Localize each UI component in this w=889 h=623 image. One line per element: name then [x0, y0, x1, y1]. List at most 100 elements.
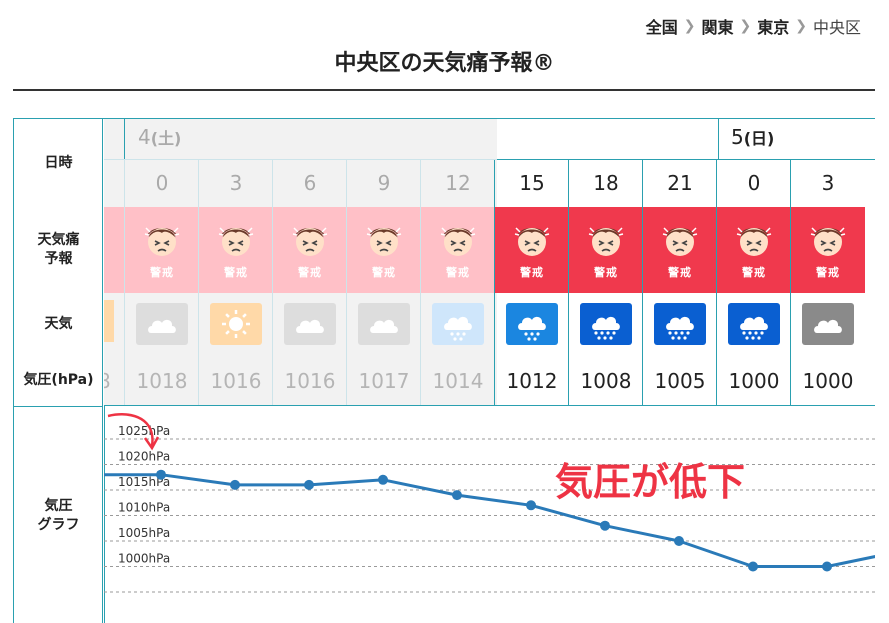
day-of-week: (土)	[150, 129, 182, 148]
pressure-value: 1014	[432, 368, 484, 393]
y-tick-label: 1000hPa	[118, 552, 170, 566]
pain-level-text: 警戒	[668, 266, 692, 279]
cloudy-icon	[284, 303, 336, 345]
pained-face-icon	[514, 227, 550, 256]
pained-face-icon	[218, 227, 254, 256]
pain-forecast-cell: 警戒	[347, 207, 421, 293]
pressure-value: 1005	[654, 368, 706, 393]
pained-face-icon	[366, 227, 402, 256]
hour-label: 12	[445, 170, 471, 195]
pressure-graph: 1025hPa 1020hPa 1015hPa 1010hPa 1005hPa 1000h…	[104, 406, 875, 623]
partial-column: 8	[104, 159, 124, 406]
forecast-column: 9 警戒 1017	[346, 159, 421, 406]
forecast-grid: 4(土) 5(日) 8 0 警戒 1018 3 警戒 1016 6 警戒 1016 9 警戒 1017…	[104, 119, 875, 623]
pressure-series-line	[104, 473, 875, 568]
pain-level-text: 警戒	[446, 266, 470, 279]
hour-label: 3	[229, 170, 243, 195]
forecast-table: 日時 天気痛 予報 天気 気圧(hPa) 気圧 グラフ 4(土) 5(日) 8 …	[13, 118, 875, 623]
breadcrumb-current: 中央区	[812, 18, 861, 37]
pressure-value: 1008	[580, 368, 632, 393]
curved-arrow-icon	[107, 413, 160, 451]
hour-label: 15	[519, 170, 545, 195]
hour-label: 0	[747, 170, 761, 195]
pressure-value: 1016	[210, 368, 262, 393]
pressure-point	[600, 520, 610, 531]
sunny-icon	[210, 303, 262, 345]
title-divider	[13, 89, 875, 91]
breadcrumb-link-kanto[interactable]: 関東	[701, 14, 733, 38]
breadcrumb: 全国 ❯ 関東 ❯ 東京 ❯ 中央区	[646, 14, 861, 38]
chevron-right-icon: ❯	[795, 18, 807, 34]
cloudy-icon	[136, 303, 188, 345]
pain-forecast-cell: 警戒	[495, 207, 569, 293]
heavyrain-icon	[654, 303, 706, 345]
day-divider	[718, 119, 719, 159]
label-graph-line1: 気圧	[44, 497, 73, 514]
partial-weather-cell	[104, 300, 114, 342]
y-tick-label: 1005hPa	[118, 526, 170, 540]
pain-forecast-cell: 警戒	[421, 207, 495, 293]
hour-label: 9	[377, 170, 391, 195]
pain-level-text: 警戒	[520, 266, 544, 279]
pained-face-icon	[588, 227, 624, 256]
label-pain-line1: 天気痛	[37, 232, 80, 249]
pressure-value: 1017	[358, 368, 410, 393]
pained-face-icon	[662, 227, 698, 256]
weather-cell	[273, 294, 347, 354]
forecast-column: 18 警戒 1008	[568, 159, 643, 406]
forecast-column: 0 警戒 1000	[716, 159, 791, 406]
forecast-column: 12 警戒 1014	[420, 159, 495, 406]
pain-forecast-cell: 警戒	[125, 207, 199, 293]
chevron-right-icon: ❯	[683, 18, 696, 34]
partial-pressure: 8	[104, 355, 111, 406]
forecast-column: 15 警戒 1012	[494, 159, 569, 406]
pained-face-icon	[736, 227, 772, 256]
hour-label: 18	[593, 170, 619, 195]
forecast-column: 21 警戒 1005	[642, 159, 717, 406]
hour-label: 21	[667, 170, 693, 195]
heavyrain-icon	[728, 303, 780, 345]
hour-label: 3	[821, 170, 835, 195]
pain-level-text: 警戒	[594, 266, 618, 279]
pressure-point	[452, 490, 462, 501]
rain-icon	[432, 303, 484, 345]
weather-cell	[791, 294, 865, 354]
grid-line	[497, 159, 875, 160]
pressure-drop-annotation: 気圧が低下	[555, 460, 746, 504]
forecast-column: 0 警戒 1018	[124, 159, 199, 406]
pain-level-text: 警戒	[150, 266, 174, 279]
label-pain-line2: 予報	[44, 251, 73, 267]
pained-face-icon	[292, 227, 328, 256]
weather-cell	[347, 294, 421, 354]
breadcrumb-link-tokyo[interactable]: 東京	[757, 14, 789, 38]
pained-face-icon	[144, 227, 180, 256]
pained-face-icon	[810, 227, 846, 256]
page-title: 中央区の天気痛予報®	[334, 51, 555, 76]
pained-face-icon	[440, 227, 476, 256]
pain-level-text: 警戒	[298, 266, 322, 279]
label-pressure-graph: 気圧 グラフ	[14, 406, 103, 623]
forecast-column: 3 警戒 1000	[790, 159, 865, 406]
day-number: 5	[731, 125, 744, 149]
row-labels: 日時 天気痛 予報 天気 気圧(hPa) 気圧 グラフ	[14, 119, 103, 623]
pain-forecast-cell: 警戒	[643, 207, 717, 293]
breadcrumb-link-zenkoku[interactable]: 全国	[646, 14, 678, 38]
label-datetime: 日時	[44, 154, 73, 171]
weather-cell	[717, 294, 791, 354]
pain-level-text: 警戒	[372, 266, 396, 279]
pain-forecast-cell: 警戒	[273, 207, 347, 293]
pressure-value: 1000	[802, 368, 854, 393]
pressure-value: 1016	[284, 368, 336, 393]
label-pressure: 気圧(hPa)	[23, 372, 94, 389]
pressure-point	[526, 500, 536, 511]
pressure-point	[748, 561, 758, 572]
pressure-value: 1012	[506, 368, 558, 393]
rain-icon	[506, 303, 558, 345]
heavyrain-icon	[580, 303, 632, 345]
weather-cell	[199, 294, 273, 354]
day-number: 4	[138, 125, 151, 149]
cloudy-icon	[358, 303, 410, 345]
hour-label: 0	[155, 170, 169, 195]
pain-forecast-cell: 警戒	[569, 207, 643, 293]
pressure-value: 1000	[728, 368, 780, 393]
